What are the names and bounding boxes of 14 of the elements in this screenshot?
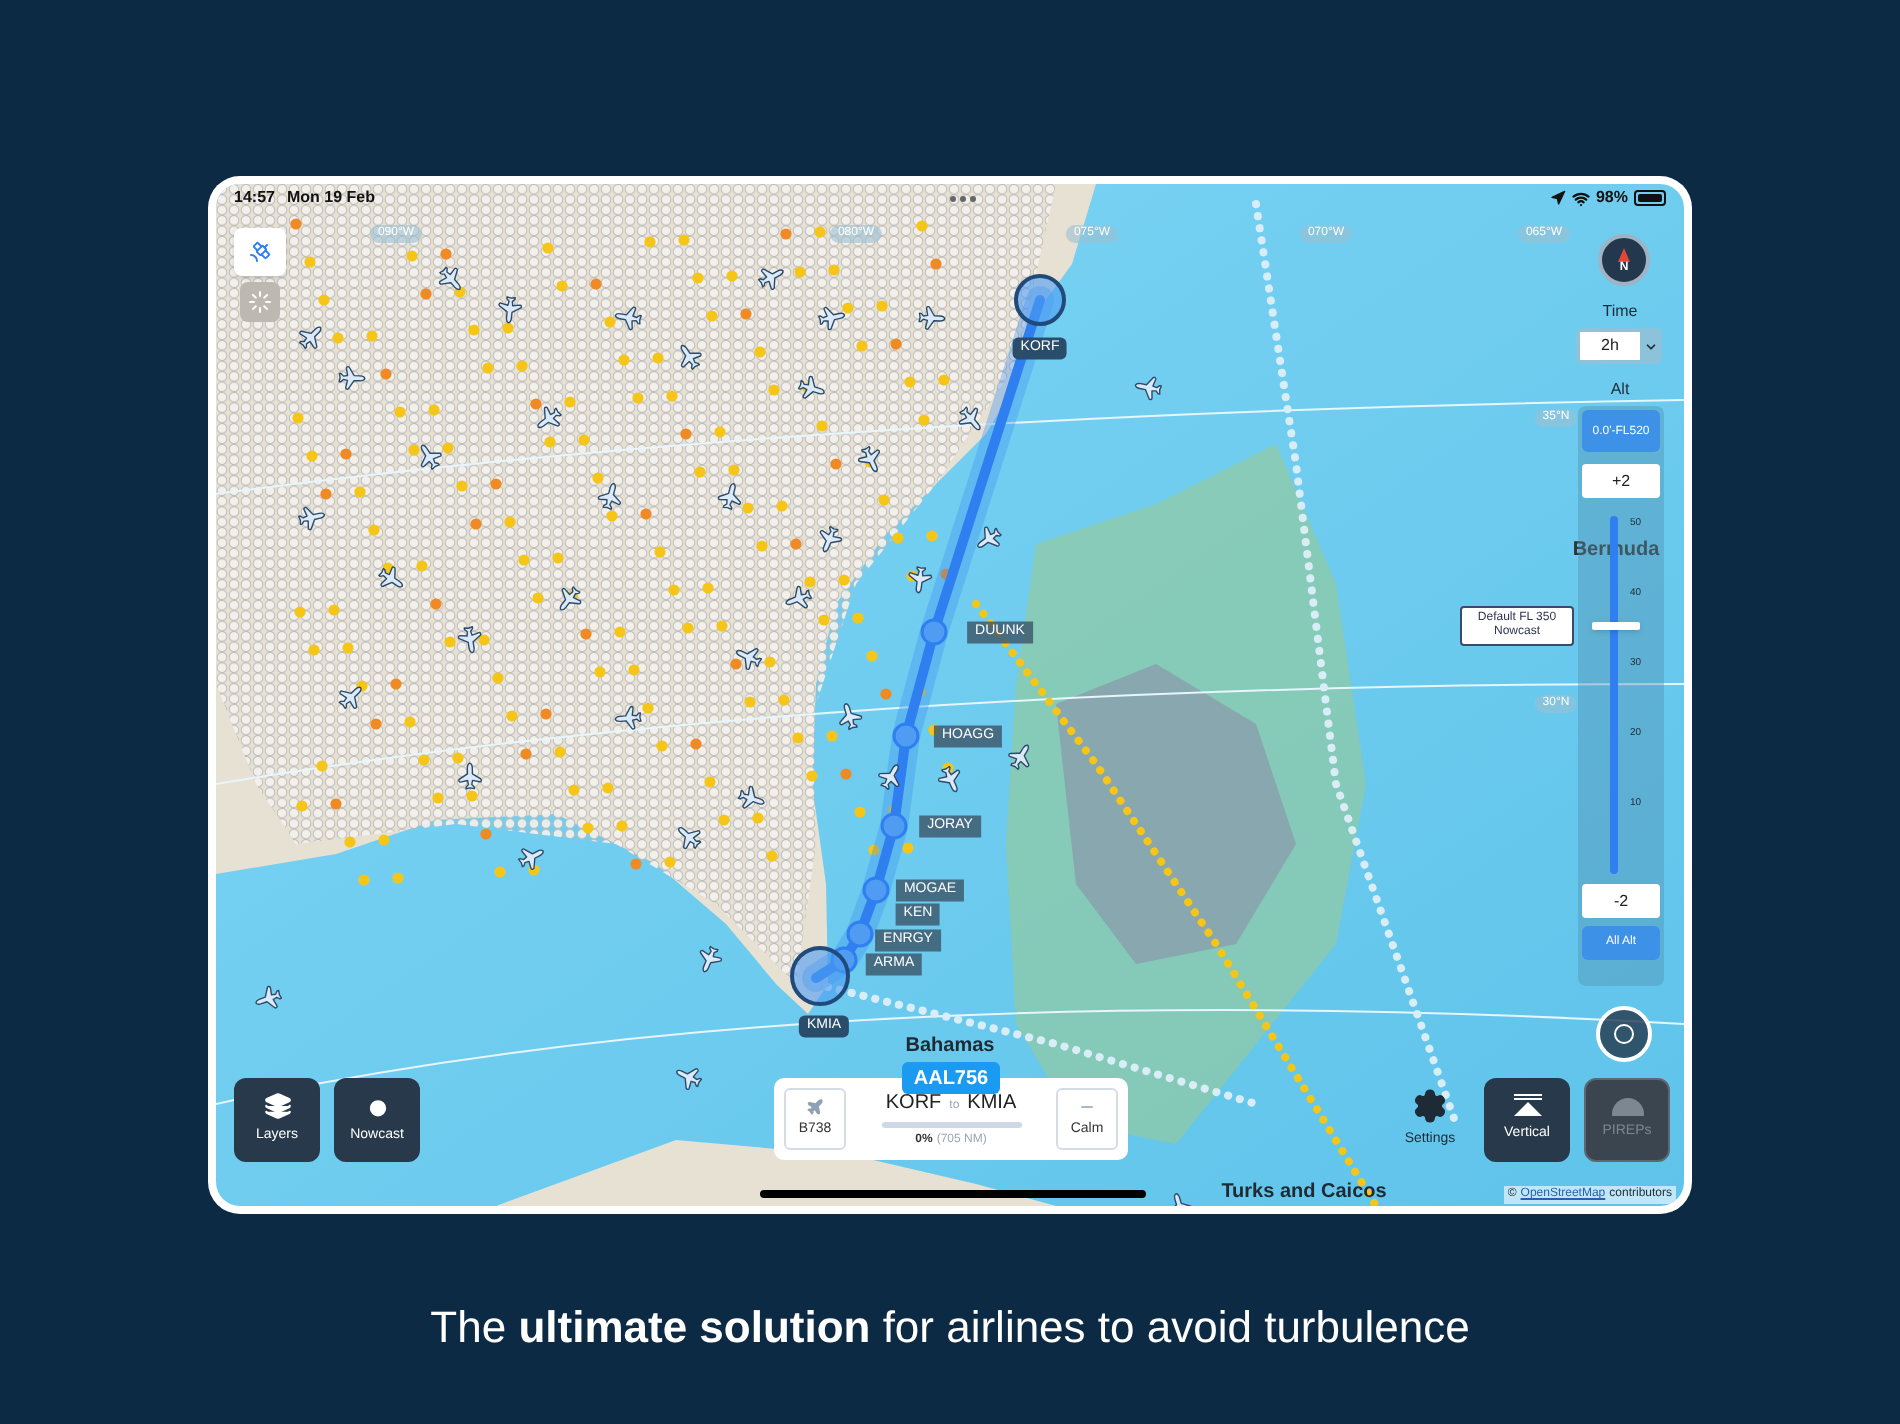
status-date: Mon 19 Feb xyxy=(286,186,375,210)
altitude-label: Alt xyxy=(1610,378,1630,402)
step-down-button[interactable]: -2 xyxy=(1582,884,1660,918)
place-label: Turks and Caicos xyxy=(1221,1179,1387,1206)
origin-code: KORF xyxy=(885,1090,942,1118)
status-time: 14:57 xyxy=(234,186,275,210)
time-select[interactable]: 2h xyxy=(1576,328,1662,364)
caption: The ultimate solution for airlines to avoid turbulence xyxy=(430,1300,1470,1356)
time-label: Time xyxy=(1602,300,1638,324)
battery-percentage: 98% xyxy=(1595,186,1628,210)
destination-code: KMIA xyxy=(967,1090,1017,1118)
step-up-button[interactable]: +2 xyxy=(1582,464,1660,498)
place-label: Bahamas xyxy=(905,1033,995,1061)
callsign-badge[interactable]: AAL756 xyxy=(902,1062,1000,1094)
